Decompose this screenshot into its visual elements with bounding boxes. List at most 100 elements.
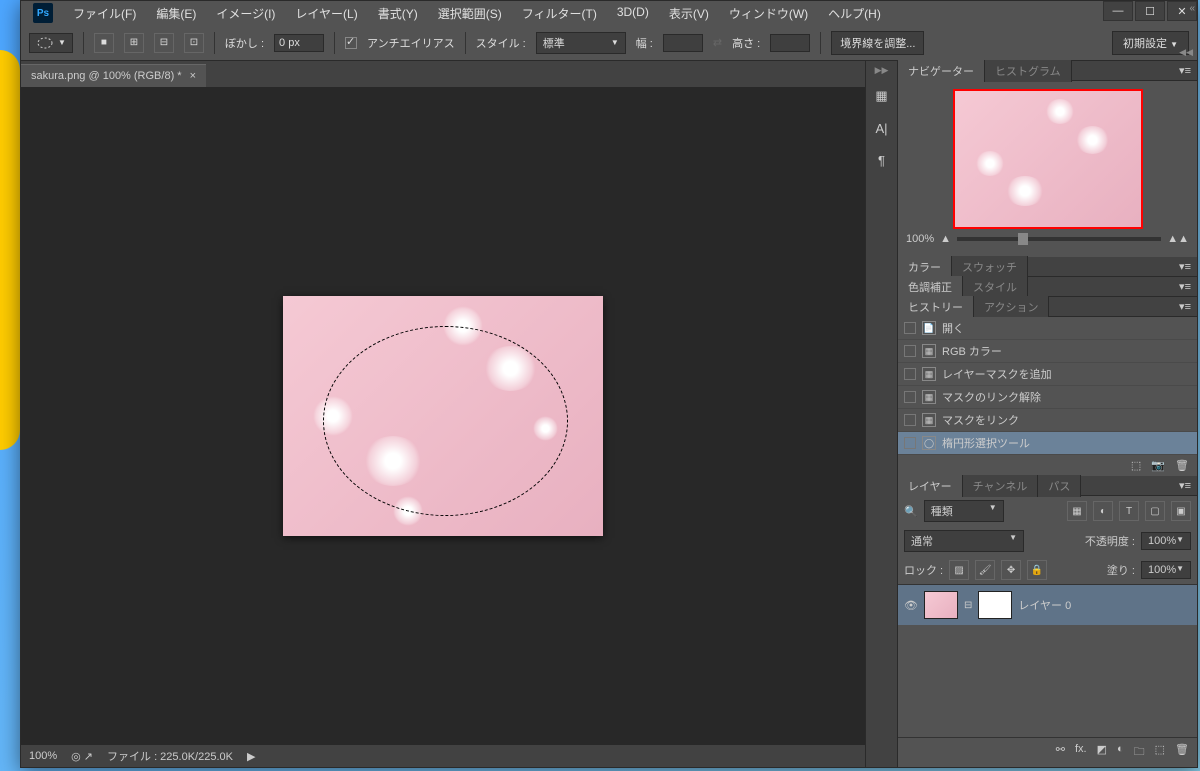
new-group-icon[interactable]: 🗀 [1134, 743, 1145, 762]
close-tab-icon[interactable]: × [190, 70, 196, 82]
history-item[interactable]: ▦マスクをリンク [898, 409, 1197, 432]
marquee-selection [323, 326, 568, 516]
trash-icon[interactable]: 🗑 [1175, 459, 1189, 472]
adjustment-layer-icon[interactable]: ◐ [1117, 743, 1124, 762]
filter-smart-icon[interactable]: ▣ [1171, 501, 1191, 521]
intersect-selection-icon[interactable]: ⊡ [184, 33, 204, 53]
zoom-level[interactable]: 100% [29, 750, 57, 762]
style-label: スタイル : [476, 35, 526, 51]
lock-pixels-icon[interactable]: 🖌 [975, 560, 995, 580]
zoom-slider[interactable] [957, 237, 1161, 241]
minimize-button[interactable]: — [1103, 1, 1133, 21]
width-label: 幅 : [636, 35, 653, 51]
lock-all-icon[interactable]: 🔒 [1027, 560, 1047, 580]
channels-tab[interactable]: チャンネル [963, 475, 1039, 497]
menu-type[interactable]: 書式(Y) [370, 1, 426, 26]
adjustments-tab[interactable]: 色調補正 [898, 276, 963, 298]
panel-menu-icon[interactable]: ▾≡ [1173, 64, 1197, 77]
height-input[interactable] [770, 34, 810, 52]
menu-help[interactable]: ヘルプ(H) [820, 1, 889, 26]
menu-3d[interactable]: 3D(D) [609, 1, 657, 26]
zoom-out-icon[interactable]: ▲ [940, 233, 951, 245]
panel-menu-icon[interactable]: ▾≡ [1173, 479, 1197, 492]
new-layer-icon[interactable]: ⬚ [1155, 743, 1165, 762]
tool-preset-dropdown[interactable]: ▼ [29, 33, 73, 53]
color-tab[interactable]: カラー [898, 256, 952, 278]
panel-menu-icon[interactable]: ▾≡ [1173, 300, 1197, 313]
menu-window[interactable]: ウィンドウ(W) [721, 1, 816, 26]
layer-fx-icon[interactable]: fx. [1075, 743, 1087, 762]
styles-tab[interactable]: スタイル [963, 276, 1028, 298]
status-arrow-icon[interactable]: ▶ [247, 750, 255, 763]
nav-zoom-value[interactable]: 100% [906, 233, 934, 245]
layer-item[interactable]: 👁 ⊟ レイヤー 0 [898, 585, 1197, 625]
menu-layer[interactable]: レイヤー(L) [287, 1, 365, 26]
search-icon[interactable]: 🔍 [904, 505, 918, 518]
swatches-tab[interactable]: スウォッチ [952, 256, 1028, 278]
navigator-thumbnail[interactable] [953, 89, 1143, 229]
menu-file[interactable]: ファイル(F) [65, 1, 144, 26]
delete-layer-icon[interactable]: 🗑 [1175, 743, 1189, 762]
history-item-selected[interactable]: ◯楕円形選択ツール [898, 432, 1197, 455]
link-icon[interactable]: ⊟ [964, 600, 972, 611]
menu-edit[interactable]: 編集(E) [148, 1, 204, 26]
menu-filter[interactable]: フィルター(T) [514, 1, 605, 26]
visibility-eye-icon[interactable]: 👁 [904, 599, 918, 612]
fill-input[interactable]: 100%▼ [1141, 561, 1191, 579]
width-input[interactable] [663, 34, 703, 52]
antialias-checkbox[interactable] [345, 37, 357, 49]
filter-kind-dropdown[interactable]: 種類▼ [924, 500, 1004, 522]
status-icon[interactable]: ◎ ↗ [71, 750, 93, 763]
feather-input[interactable] [274, 34, 324, 52]
add-selection-icon[interactable]: ⊞ [124, 33, 144, 53]
new-snapshot-icon[interactable]: ⬚ [1131, 459, 1141, 472]
collapse-panels-icon[interactable]: « [1189, 3, 1195, 14]
add-mask-icon[interactable]: ◩ [1097, 743, 1107, 762]
zoom-in-icon[interactable]: ▲▲ [1167, 233, 1189, 245]
menu-image[interactable]: イメージ(I) [208, 1, 283, 26]
layers-tab[interactable]: レイヤー [898, 475, 963, 497]
strip-icon-1[interactable]: ▦ [870, 84, 894, 108]
file-info[interactable]: ファイル : 225.0K/225.0K [107, 748, 233, 764]
blend-mode-dropdown[interactable]: 通常▼ [904, 530, 1024, 552]
history-panel: 📄開く ▦RGB カラー ▦レイヤーマスクを追加 ▦マスクのリンク解除 ▦マスク… [898, 317, 1197, 455]
refine-edge-button[interactable]: 境界線を調整... [831, 31, 924, 55]
paths-tab[interactable]: パス [1038, 475, 1081, 497]
layer-name[interactable]: レイヤー 0 [1018, 597, 1071, 613]
panel-menu-icon[interactable]: ▾≡ [1173, 260, 1197, 273]
document-tab[interactable]: sakura.png @ 100% (RGB/8) * × [21, 64, 206, 87]
camera-icon[interactable]: 📷 [1151, 459, 1165, 472]
history-tab[interactable]: ヒストリー [898, 296, 974, 318]
filter-pixel-icon[interactable]: ▦ [1067, 501, 1087, 521]
opacity-input[interactable]: 100%▼ [1141, 532, 1191, 550]
document-canvas[interactable] [283, 296, 603, 536]
link-layers-icon[interactable]: ⚯ [1056, 743, 1065, 762]
lock-position-icon[interactable]: ✥ [1001, 560, 1021, 580]
actions-tab[interactable]: アクション [974, 296, 1049, 318]
history-item[interactable]: ▦レイヤーマスクを追加 [898, 363, 1197, 386]
maximize-button[interactable]: ☐ [1135, 1, 1165, 21]
history-item[interactable]: ▦マスクのリンク解除 [898, 386, 1197, 409]
style-dropdown[interactable]: 標準▼ [536, 32, 626, 54]
subtract-selection-icon[interactable]: ⊟ [154, 33, 174, 53]
workspace-dropdown[interactable]: 初期設定 ▼ [1112, 31, 1189, 55]
paragraph-panel-icon[interactable]: ¶ [870, 148, 894, 172]
filter-adjust-icon[interactable]: ◐ [1093, 501, 1113, 521]
layer-mask-thumbnail[interactable] [978, 591, 1012, 619]
panel-menu-icon[interactable]: ▾≡ [1173, 280, 1197, 293]
filter-type-icon[interactable]: T [1119, 501, 1139, 521]
feather-label: ぼかし : [225, 35, 264, 51]
history-item[interactable]: 📄開く [898, 317, 1197, 340]
swap-wh-icon[interactable]: ⇄ [713, 36, 722, 49]
lock-transparent-icon[interactable]: ▨ [949, 560, 969, 580]
canvas-area[interactable] [21, 87, 865, 745]
menu-select[interactable]: 選択範囲(S) [430, 1, 510, 26]
new-selection-icon[interactable]: ■ [94, 33, 114, 53]
navigator-tab[interactable]: ナビゲーター [898, 60, 985, 82]
filter-shape-icon[interactable]: ▢ [1145, 501, 1165, 521]
character-panel-icon[interactable]: A| [870, 116, 894, 140]
history-item[interactable]: ▦RGB カラー [898, 340, 1197, 363]
histogram-tab[interactable]: ヒストグラム [985, 60, 1072, 82]
menu-view[interactable]: 表示(V) [661, 1, 717, 26]
layer-thumbnail[interactable] [924, 591, 958, 619]
